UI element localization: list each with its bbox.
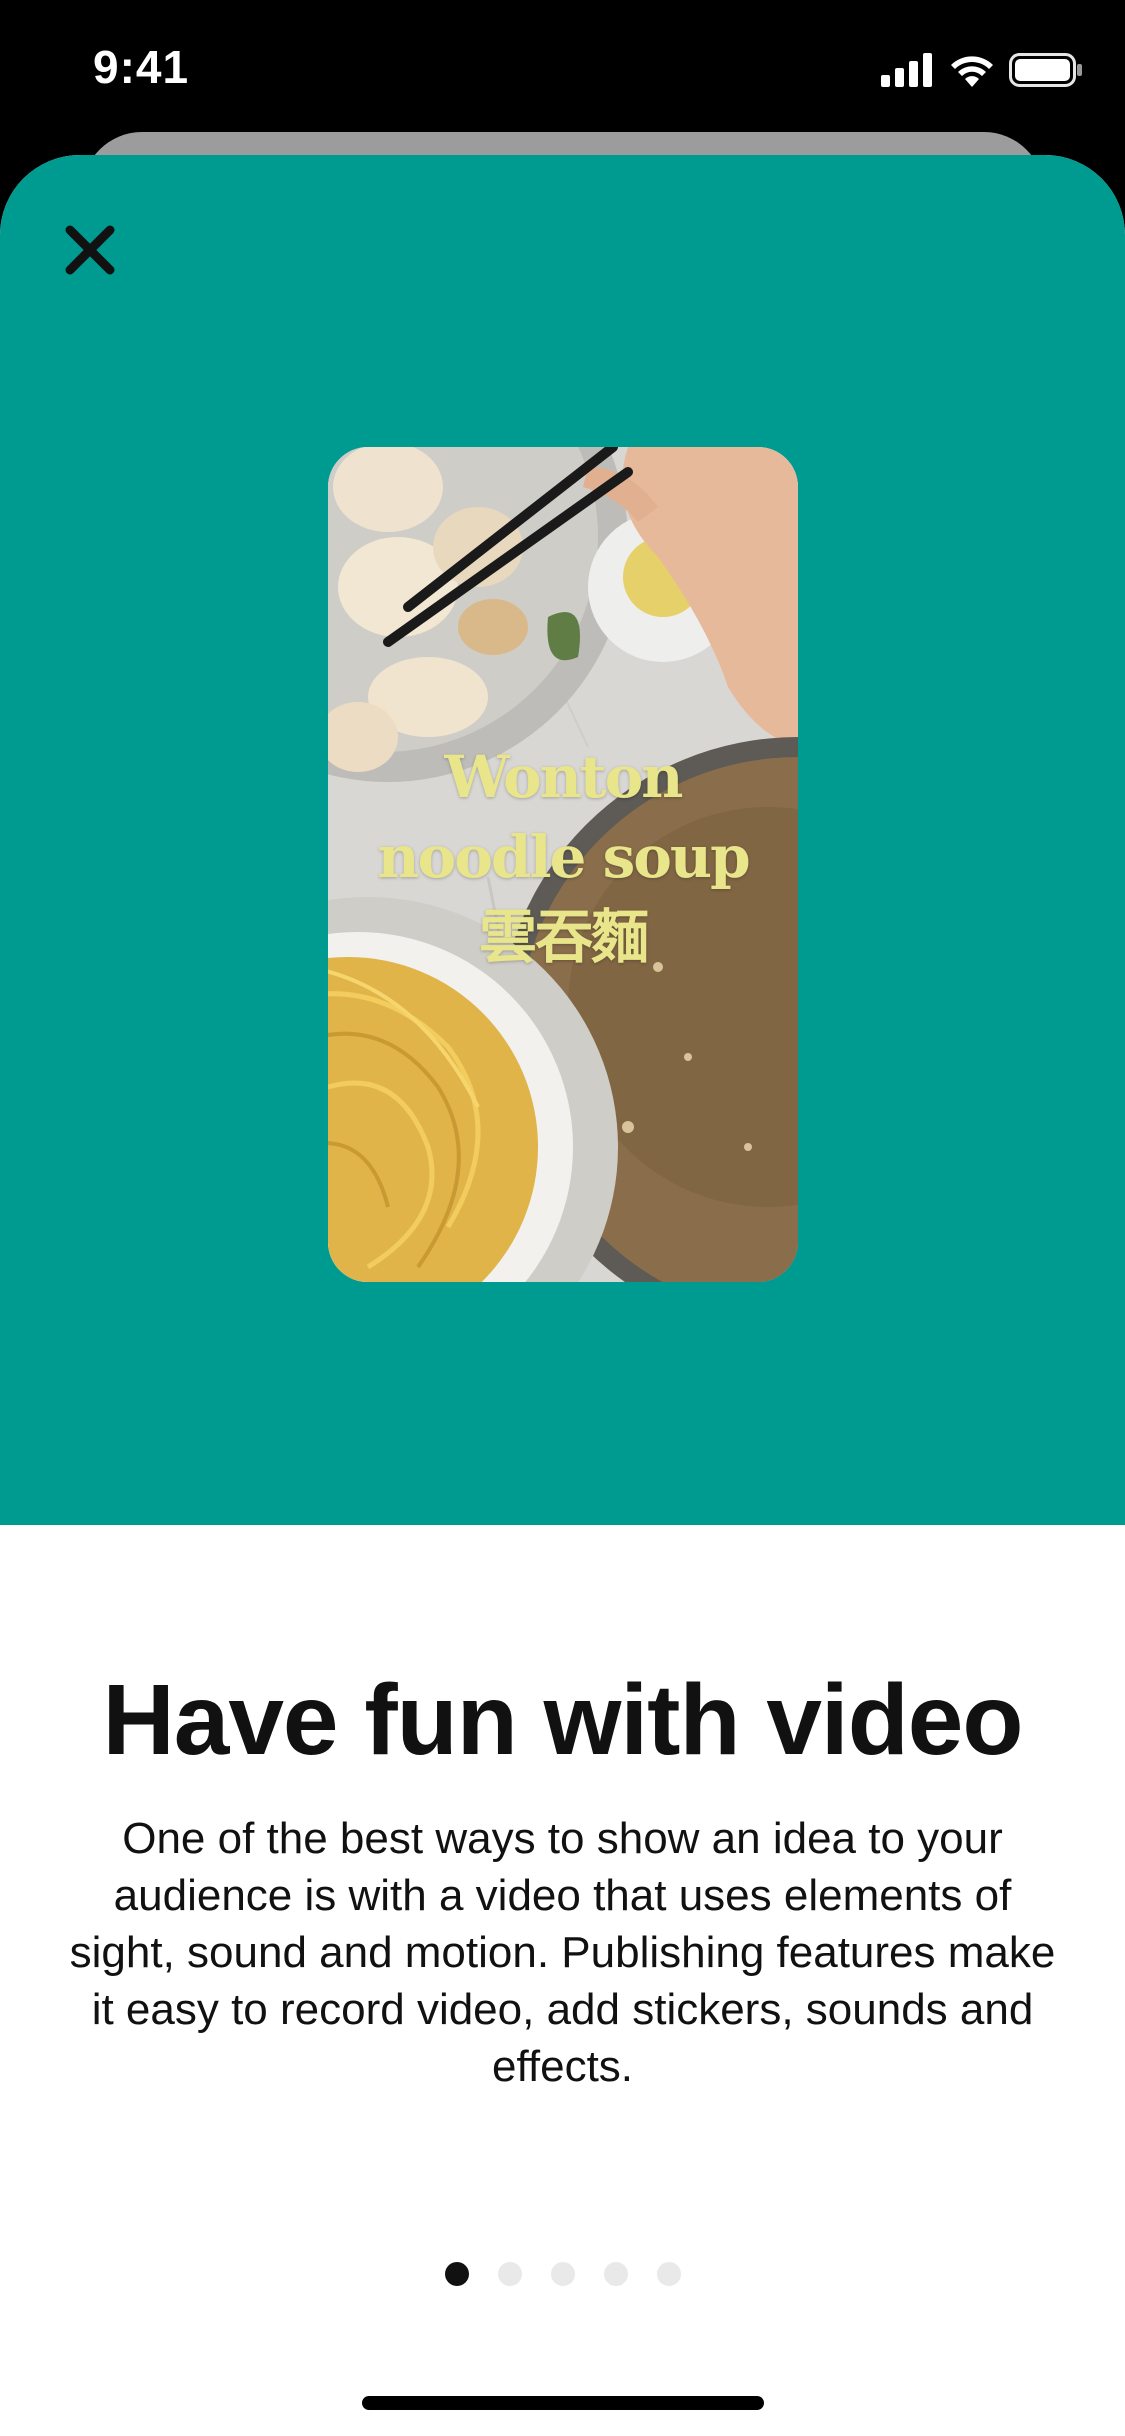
video-title-line-2: noodle soup (377, 823, 750, 891)
pagination-dots (0, 2262, 1125, 2286)
close-icon (65, 225, 115, 275)
cellular-signal-icon (881, 53, 932, 87)
page-dot-1[interactable] (444, 2262, 469, 2286)
status-bar: 9:41 (0, 0, 1125, 135)
home-indicator[interactable] (362, 2396, 764, 2410)
video-preview[interactable]: Wonton noodle soup 雲吞麵 (328, 447, 798, 1282)
screen: 9:41 Wonton noodle soup 雲吞麵 Have fun wit… (0, 0, 1125, 2436)
battery-icon (1009, 53, 1082, 87)
close-button[interactable] (50, 210, 130, 290)
video-title-line-1: Wonton (444, 743, 684, 811)
video-title: Wonton noodle soup 雲吞麵 (328, 737, 798, 977)
hero-panel: Wonton noodle soup 雲吞麵 (0, 155, 1125, 1525)
wifi-icon (951, 56, 993, 87)
body-text: One of the best ways to show an idea to … (69, 1814, 1056, 2091)
page-dot-5[interactable] (656, 2262, 681, 2286)
page-dot-4[interactable] (603, 2262, 628, 2286)
status-icons (881, 50, 1083, 90)
video-title-line-3: 雲吞麵 (478, 903, 649, 971)
page-dot-3[interactable] (550, 2262, 575, 2286)
page-dot-2[interactable] (497, 2262, 522, 2286)
onboarding-sheet: Wonton noodle soup 雲吞麵 Have fun with vid… (0, 155, 1125, 2436)
headline: Have fun with video (102, 1664, 1023, 1776)
status-time: 9:41 (93, 41, 190, 93)
